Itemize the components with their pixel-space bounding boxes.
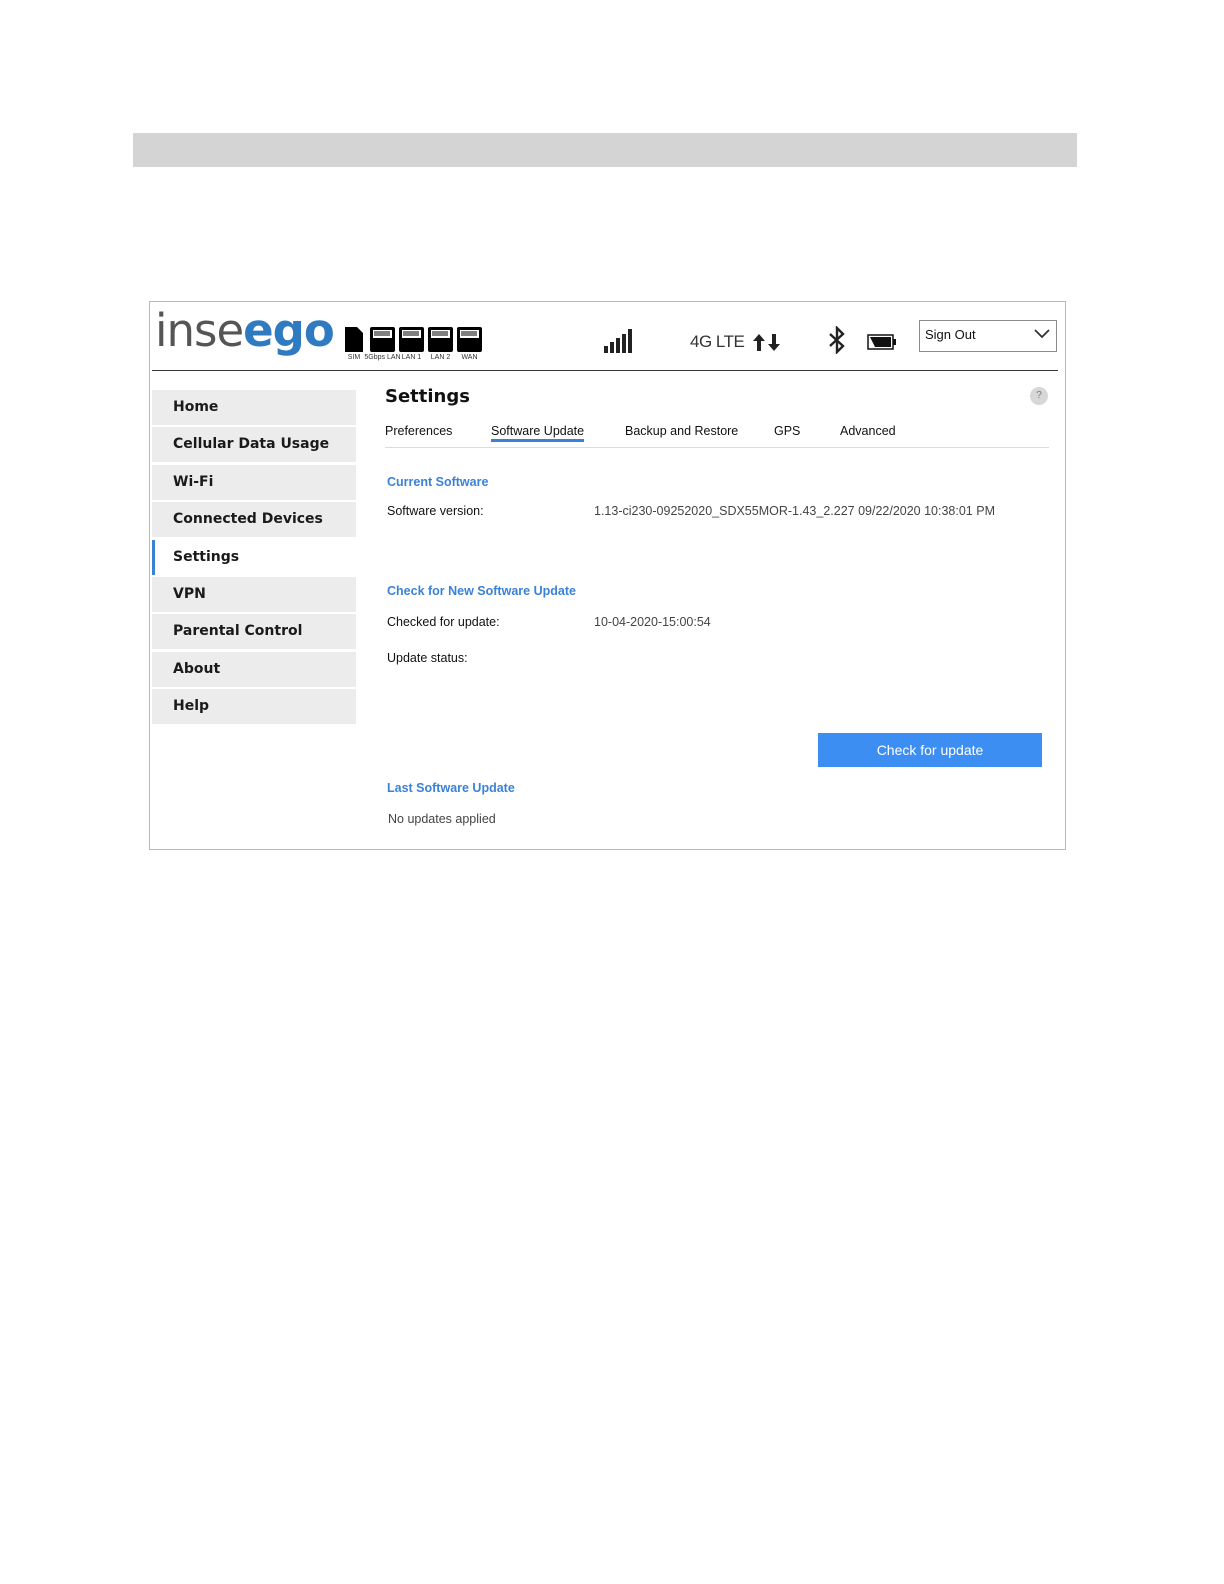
sidebar-item-parental-control[interactable]: Parental Control	[152, 614, 356, 650]
help-icon[interactable]: ?	[1030, 387, 1048, 405]
ethernet-port-icon	[399, 327, 424, 352]
sidebar-item-settings[interactable]: Settings	[152, 539, 356, 575]
up-down-arrows-icon	[753, 334, 780, 351]
bluetooth-icon	[829, 326, 845, 354]
ethernet-port-icon	[457, 327, 482, 352]
status-header: inseego SIM 5Gbps LAN LAN 1 LAN 2 WAN 4G…	[152, 302, 1058, 371]
current-software-heading: Current Software	[387, 475, 489, 489]
sidebar-item-label: Help	[173, 698, 210, 715]
software-version-label: Software version:	[387, 504, 484, 518]
sidebar-item-wifi[interactable]: Wi-Fi	[152, 464, 356, 500]
page-title: Settings	[385, 386, 470, 407]
update-status-label: Update status:	[387, 651, 468, 665]
last-update-value: No updates applied	[388, 812, 496, 826]
port-lan2: LAN 2	[428, 327, 453, 361]
sidebar-item-label: About	[173, 660, 221, 677]
tab-preferences[interactable]: Preferences	[385, 424, 452, 438]
document-header-bar	[133, 133, 1077, 167]
signal-bars-icon	[604, 329, 632, 353]
software-version-value: 1.13-ci230-09252020_SDX55MOR-1.43_2.227 …	[594, 504, 995, 518]
logo-text-part1: inse	[155, 304, 244, 357]
tab-software-update[interactable]: Software Update	[491, 424, 585, 442]
signout-label: Sign Out	[925, 327, 976, 342]
tab-gps[interactable]: GPS	[774, 424, 800, 438]
sidebar-item-label: Settings	[173, 548, 240, 565]
logo-text-part2: ego	[243, 304, 335, 357]
sidebar-item-label: Home	[173, 399, 219, 415]
sidebar-item-about[interactable]: About	[152, 651, 356, 687]
tab-backup-and-restore[interactable]: Backup and Restore	[625, 424, 738, 438]
check-for-update-button[interactable]: Check for update	[818, 733, 1042, 767]
port-wan: WAN	[457, 327, 482, 361]
signout-dropdown[interactable]: Sign Out	[919, 320, 1057, 352]
network-type: 4G LTE	[690, 332, 745, 351]
sidebar-item-help[interactable]: Help	[152, 689, 356, 725]
sidebar-nav: Home Cellular Data Usage Wi-Fi Connected…	[152, 390, 356, 727]
sidebar-item-label: Wi-Fi	[173, 473, 214, 490]
port-lan1: LAN 1	[399, 327, 424, 361]
sidebar-item-label: Cellular Data Usage	[173, 436, 330, 453]
check-update-heading: Check for New Software Update	[387, 584, 576, 598]
sidebar-item-home[interactable]: Home	[152, 390, 356, 425]
port-label-wan: WAN	[461, 354, 478, 361]
sim-card-icon	[345, 327, 363, 352]
sidebar-item-cellular-data-usage[interactable]: Cellular Data Usage	[152, 427, 356, 463]
port-5gbps-lan: 5Gbps LAN	[364, 327, 401, 361]
sidebar-item-label: Connected Devices	[173, 511, 323, 528]
sidebar-item-vpn[interactable]: VPN	[152, 576, 356, 612]
checked-for-update-label: Checked for update:	[387, 615, 500, 629]
chevron-down-icon	[1034, 329, 1050, 339]
ethernet-port-icon	[428, 327, 453, 352]
sidebar-item-label: VPN	[173, 585, 206, 602]
battery-icon	[867, 334, 896, 350]
last-software-update-heading: Last Software Update	[387, 781, 515, 795]
sim-status: SIM	[345, 327, 363, 361]
sidebar-item-label: Parental Control	[173, 623, 303, 640]
router-admin-window: inseego SIM 5Gbps LAN LAN 1 LAN 2 WAN 4G…	[149, 301, 1066, 850]
sidebar-item-connected-devices[interactable]: Connected Devices	[152, 502, 356, 538]
tab-advanced[interactable]: Advanced	[840, 424, 896, 438]
checked-for-update-value: 10-04-2020-15:00:54	[594, 615, 711, 629]
settings-tabs: Preferences Software Update Backup and R…	[385, 420, 1049, 448]
ethernet-port-icon	[370, 327, 395, 352]
inseego-logo: inseego	[155, 308, 335, 353]
